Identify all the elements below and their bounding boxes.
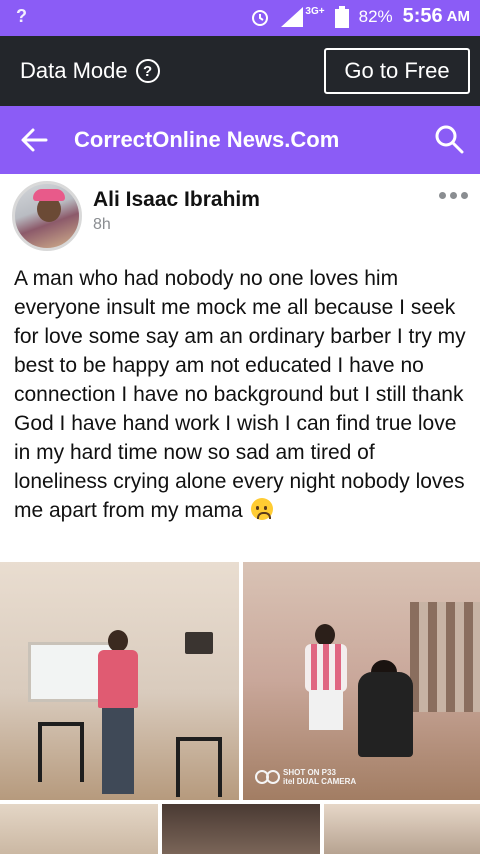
back-arrow-icon[interactable] <box>18 124 50 156</box>
data-mode-bar: Data Mode ? Go to Free <box>0 36 480 106</box>
avatar[interactable] <box>12 181 82 251</box>
page-title: CorrectOnline News.Com <box>74 127 340 152</box>
alarm-icon <box>252 9 269 26</box>
chair <box>176 737 222 797</box>
watermark-line-1: SHOT ON P33 <box>283 768 336 777</box>
clock: 5:56 <box>402 5 443 27</box>
battery-icon <box>334 5 349 28</box>
post-time: 8h <box>93 216 111 233</box>
tv <box>185 632 213 654</box>
hairstyle-poster <box>410 602 480 712</box>
sad-face-emoji-icon <box>250 498 273 520</box>
data-mode-info[interactable]: Data Mode ? <box>20 58 160 84</box>
app-bar: CorrectOnline News.Com <box>0 106 480 174</box>
post-photo-2[interactable]: SHOT ON P33 itel DUAL CAMERA <box>243 562 480 800</box>
help-icon[interactable]: ? <box>135 59 160 83</box>
photo-barber <box>301 624 351 734</box>
signal-indicator: ? <box>16 6 27 26</box>
status-icons: 3G+ 82% 5:56 AM <box>249 5 470 28</box>
go-to-free-button[interactable]: Go to Free <box>324 48 470 94</box>
photo-client <box>358 672 413 757</box>
post: Ali Isaac Ibrahim 8h A man who had nobod… <box>0 174 480 854</box>
post-author[interactable]: Ali Isaac Ibrahim <box>93 188 260 212</box>
data-mode-label: Data Mode <box>20 58 128 83</box>
search-icon[interactable] <box>434 124 464 154</box>
post-photo-1[interactable] <box>0 562 239 800</box>
network-label: 3G+ <box>305 6 325 17</box>
post-photo-4[interactable] <box>162 804 320 854</box>
post-body: A man who had nobody no one loves him ev… <box>14 267 466 522</box>
battery-level: 82% <box>358 6 393 26</box>
camera-watermark: SHOT ON P33 itel DUAL CAMERA <box>255 768 356 786</box>
watermark-line-2: itel DUAL CAMERA <box>283 777 357 786</box>
post-text: A man who had nobody no one loves him ev… <box>14 264 468 525</box>
photo-person <box>90 630 146 800</box>
post-photo-3[interactable] <box>0 804 158 854</box>
status-bar: ? 3G+ 82% 5:56 AM <box>0 0 480 36</box>
post-photo-5[interactable] <box>324 804 480 854</box>
avatar-hat <box>33 189 65 201</box>
signal-icon <box>281 6 304 27</box>
chair <box>38 722 84 782</box>
more-options-icon[interactable] <box>439 192 468 199</box>
clock-ampm: AM <box>446 8 470 25</box>
camera-rings-icon <box>255 770 280 784</box>
